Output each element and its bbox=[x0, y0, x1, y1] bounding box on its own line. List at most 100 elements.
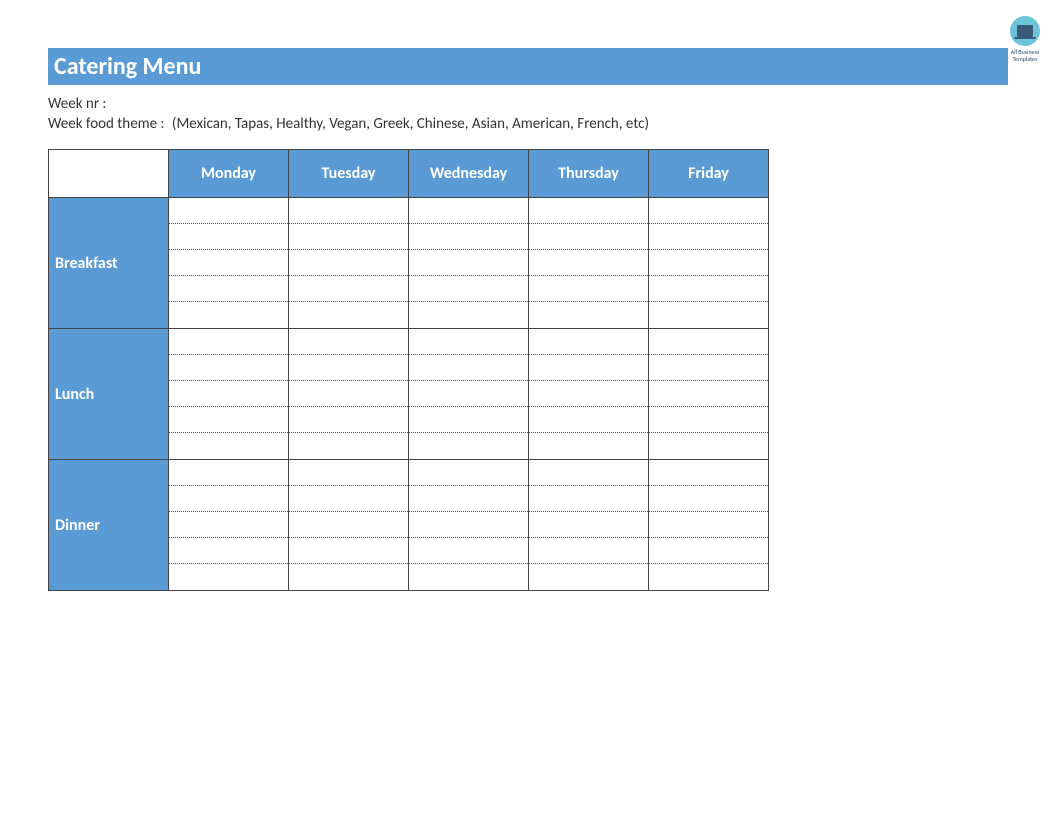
line-slot[interactable] bbox=[169, 276, 288, 302]
line-slot[interactable] bbox=[409, 460, 528, 486]
cell-breakfast-monday[interactable] bbox=[169, 198, 289, 329]
cell-breakfast-tuesday[interactable] bbox=[289, 198, 409, 329]
line-slot[interactable] bbox=[409, 198, 528, 224]
line-slot[interactable] bbox=[409, 250, 528, 276]
line-slot[interactable] bbox=[289, 407, 408, 433]
cell-lunch-wednesday[interactable] bbox=[409, 329, 529, 460]
cell-lunch-tuesday[interactable] bbox=[289, 329, 409, 460]
line-slot[interactable] bbox=[529, 355, 648, 381]
line-slot[interactable] bbox=[649, 250, 768, 276]
cell-dinner-thursday[interactable] bbox=[529, 460, 649, 591]
line-slot[interactable] bbox=[649, 564, 768, 590]
brand-logo: All BusinessTemplates bbox=[1010, 16, 1040, 62]
line-slot[interactable] bbox=[169, 407, 288, 433]
line-slot[interactable] bbox=[409, 486, 528, 512]
line-slot[interactable] bbox=[289, 460, 408, 486]
cell-breakfast-friday[interactable] bbox=[649, 198, 769, 329]
cell-lunch-thursday[interactable] bbox=[529, 329, 649, 460]
line-slot[interactable] bbox=[649, 329, 768, 355]
line-slot[interactable] bbox=[409, 381, 528, 407]
line-slot[interactable] bbox=[169, 460, 288, 486]
line-slot[interactable] bbox=[169, 564, 288, 590]
line-slot[interactable] bbox=[649, 198, 768, 224]
line-slot[interactable] bbox=[169, 302, 288, 328]
line-slot[interactable] bbox=[289, 538, 408, 564]
line-slot[interactable] bbox=[529, 276, 648, 302]
line-slot[interactable] bbox=[529, 538, 648, 564]
line-slot[interactable] bbox=[169, 355, 288, 381]
line-slot[interactable] bbox=[529, 460, 648, 486]
line-slot[interactable] bbox=[409, 355, 528, 381]
cell-lunch-monday[interactable] bbox=[169, 329, 289, 460]
line-slot[interactable] bbox=[289, 198, 408, 224]
cell-dinner-friday[interactable] bbox=[649, 460, 769, 591]
line-slot[interactable] bbox=[289, 224, 408, 250]
line-slot[interactable] bbox=[529, 381, 648, 407]
line-slot[interactable] bbox=[649, 433, 768, 459]
table-corner bbox=[49, 150, 169, 198]
line-slot[interactable] bbox=[169, 512, 288, 538]
line-slot[interactable] bbox=[529, 302, 648, 328]
day-header-wednesday: Wednesday bbox=[409, 150, 529, 198]
line-slot[interactable] bbox=[289, 329, 408, 355]
line-slot[interactable] bbox=[649, 407, 768, 433]
line-slot[interactable] bbox=[169, 224, 288, 250]
line-slot[interactable] bbox=[289, 302, 408, 328]
line-slot[interactable] bbox=[289, 381, 408, 407]
week-number-label: Week nr : bbox=[48, 95, 106, 113]
line-slot[interactable] bbox=[289, 512, 408, 538]
line-slot[interactable] bbox=[169, 433, 288, 459]
line-slot[interactable] bbox=[649, 460, 768, 486]
week-theme-label: Week food theme : bbox=[48, 115, 165, 133]
week-theme-hint: (Mexican, Tapas, Healthy, Vegan, Greek, … bbox=[172, 115, 649, 133]
line-slot[interactable] bbox=[289, 355, 408, 381]
line-slot[interactable] bbox=[529, 486, 648, 512]
cell-dinner-tuesday[interactable] bbox=[289, 460, 409, 591]
cell-dinner-monday[interactable] bbox=[169, 460, 289, 591]
line-slot[interactable] bbox=[409, 224, 528, 250]
line-slot[interactable] bbox=[649, 486, 768, 512]
line-slot[interactable] bbox=[529, 198, 648, 224]
day-header-friday: Friday bbox=[649, 150, 769, 198]
line-slot[interactable] bbox=[649, 224, 768, 250]
line-slot[interactable] bbox=[409, 512, 528, 538]
line-slot[interactable] bbox=[289, 486, 408, 512]
line-slot[interactable] bbox=[169, 538, 288, 564]
line-slot[interactable] bbox=[409, 564, 528, 590]
line-slot[interactable] bbox=[529, 250, 648, 276]
cell-dinner-wednesday[interactable] bbox=[409, 460, 529, 591]
line-slot[interactable] bbox=[289, 276, 408, 302]
line-slot[interactable] bbox=[649, 538, 768, 564]
line-slot[interactable] bbox=[649, 355, 768, 381]
line-slot[interactable] bbox=[409, 276, 528, 302]
line-slot[interactable] bbox=[409, 538, 528, 564]
line-slot[interactable] bbox=[529, 564, 648, 590]
line-slot[interactable] bbox=[169, 381, 288, 407]
meal-header-lunch: Lunch bbox=[49, 329, 169, 460]
line-slot[interactable] bbox=[649, 276, 768, 302]
line-slot[interactable] bbox=[409, 433, 528, 459]
line-slot[interactable] bbox=[289, 250, 408, 276]
cell-breakfast-wednesday[interactable] bbox=[409, 198, 529, 329]
line-slot[interactable] bbox=[529, 224, 648, 250]
line-slot[interactable] bbox=[289, 564, 408, 590]
day-header-thursday: Thursday bbox=[529, 150, 649, 198]
line-slot[interactable] bbox=[649, 302, 768, 328]
line-slot[interactable] bbox=[529, 407, 648, 433]
week-number-line: Week nr : bbox=[48, 95, 1008, 113]
cell-breakfast-thursday[interactable] bbox=[529, 198, 649, 329]
line-slot[interactable] bbox=[169, 329, 288, 355]
line-slot[interactable] bbox=[409, 407, 528, 433]
line-slot[interactable] bbox=[169, 198, 288, 224]
line-slot[interactable] bbox=[169, 250, 288, 276]
line-slot[interactable] bbox=[529, 512, 648, 538]
line-slot[interactable] bbox=[529, 433, 648, 459]
line-slot[interactable] bbox=[169, 486, 288, 512]
line-slot[interactable] bbox=[649, 512, 768, 538]
line-slot[interactable] bbox=[409, 329, 528, 355]
line-slot[interactable] bbox=[649, 381, 768, 407]
line-slot[interactable] bbox=[529, 329, 648, 355]
line-slot[interactable] bbox=[289, 433, 408, 459]
cell-lunch-friday[interactable] bbox=[649, 329, 769, 460]
line-slot[interactable] bbox=[409, 302, 528, 328]
